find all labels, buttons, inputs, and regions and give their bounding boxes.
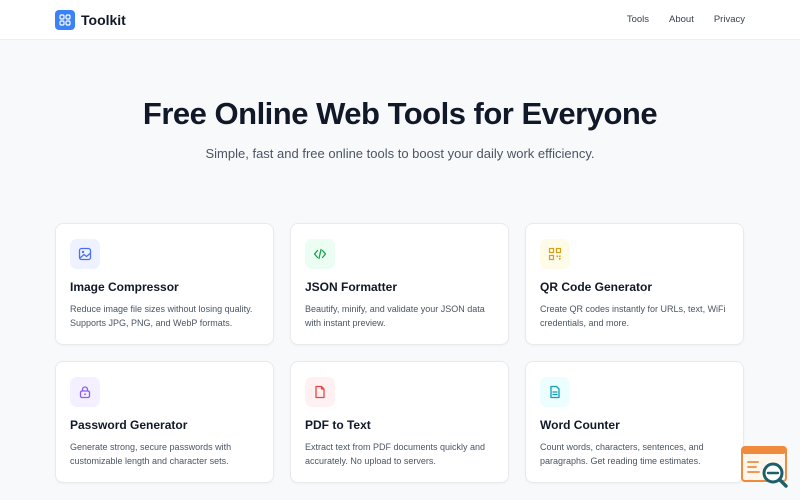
tool-card-description: Reduce image file sizes without losing q…: [70, 304, 253, 328]
top-nav: Tools About Privacy: [627, 14, 745, 25]
tool-card-title: JSON Formatter: [305, 280, 398, 294]
grid-icon: [55, 10, 75, 30]
nav-link-tools[interactable]: Tools: [627, 14, 649, 25]
document-text-icon: [540, 377, 570, 407]
image-icon: [70, 239, 100, 269]
tool-card-qr-code-generator[interactable]: QR Code Generator Create QR codes instan…: [525, 223, 744, 345]
hero-title: Free Online Web Tools for Everyone: [142, 96, 658, 131]
nav-link-privacy[interactable]: Privacy: [714, 14, 745, 25]
file-icon: [305, 377, 335, 407]
top-header: Toolkit Tools About Privacy: [0, 0, 800, 40]
tool-card-description: Generate strong, secure passwords with c…: [70, 442, 232, 466]
tool-card-image-compressor[interactable]: Image Compressor Reduce image file sizes…: [55, 223, 274, 345]
code-icon: [305, 239, 335, 269]
brand-name: Toolkit: [81, 12, 126, 28]
tool-card-title: QR Code Generator: [540, 280, 653, 294]
tool-card-title: Image Compressor: [70, 280, 179, 294]
tool-card-description: Beautify, minify, and validate your JSON…: [305, 304, 485, 328]
hero-subtitle: Simple, fast and free online tools to bo…: [205, 146, 595, 161]
tool-card-json-formatter[interactable]: JSON Formatter Beautify, minify, and val…: [290, 223, 509, 345]
tool-card-description: Extract text from PDF documents quickly …: [305, 442, 486, 466]
tool-card-description: Count words, characters, sentences, and …: [540, 442, 704, 466]
qr-code-icon: [540, 239, 570, 269]
brand-logo[interactable]: Toolkit: [55, 10, 126, 30]
tool-card-word-counter[interactable]: Word Counter Count words, characters, se…: [525, 361, 744, 483]
tool-card-title: Word Counter: [540, 418, 620, 432]
tool-card-description: Create QR codes instantly for URLs, text…: [540, 304, 726, 328]
tool-card-password-generator[interactable]: Password Generator Generate strong, secu…: [55, 361, 274, 483]
lock-icon: [70, 377, 100, 407]
tool-card-title: PDF to Text: [305, 418, 371, 432]
tool-card-title: Password Generator: [70, 418, 188, 432]
nav-link-about[interactable]: About: [669, 14, 694, 25]
tool-card-pdf-to-text[interactable]: PDF to Text Extract text from PDF docume…: [290, 361, 509, 483]
search-widget-button[interactable]: [740, 444, 792, 490]
